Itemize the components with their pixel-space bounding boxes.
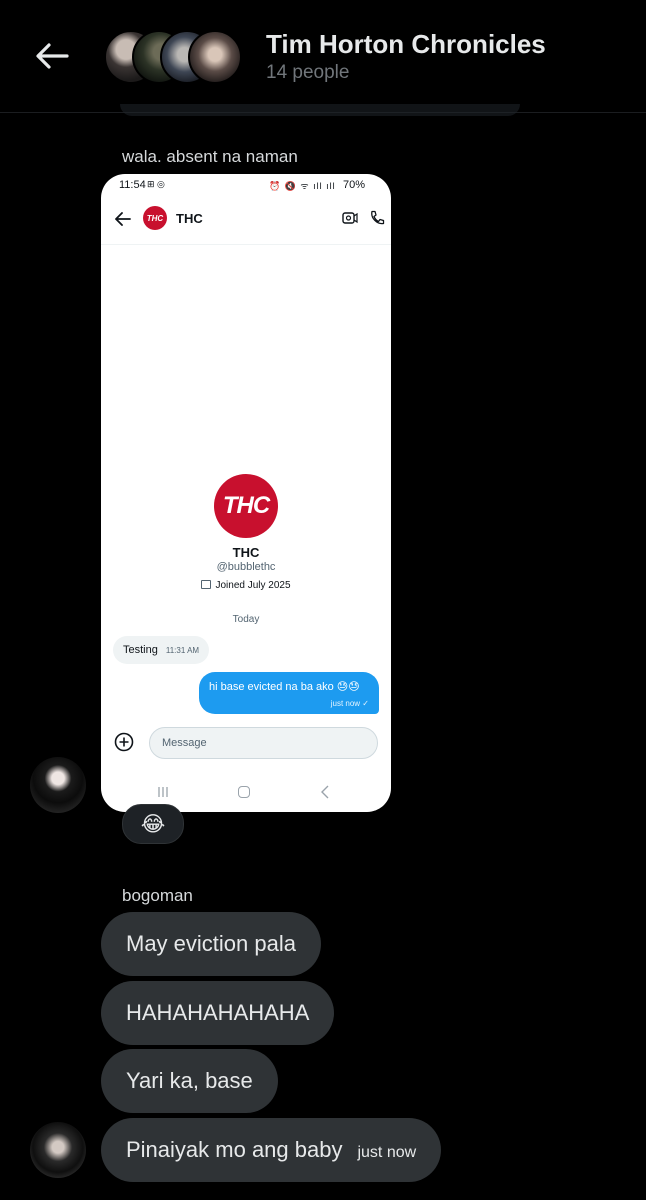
sender-avatar[interactable] xyxy=(30,1122,86,1178)
message-text: Yari ka, base xyxy=(126,1068,253,1093)
profile-name: THC xyxy=(232,545,260,560)
member-count[interactable]: 14 people xyxy=(266,62,349,84)
incoming-message: Testing 11:31 AM xyxy=(113,636,210,664)
message-text: Pinaiyak mo ang baby xyxy=(126,1137,343,1162)
profile-joined: Joined July 2025 xyxy=(101,580,391,591)
conversation-header: Tim Horton Chronicles 14 people xyxy=(0,0,646,113)
recent-apps-icon xyxy=(158,787,168,797)
group-title[interactable]: Tim Horton Chronicles xyxy=(266,29,546,60)
date-divider: Today xyxy=(232,614,260,625)
chevron-left-icon xyxy=(321,785,329,799)
message-bubble[interactable]: HAHAHAHAHAHA xyxy=(101,981,335,1045)
profile-handle: @bubblethc xyxy=(216,561,276,573)
sender-name: bogoman xyxy=(122,886,193,905)
image-attachment[interactable]: 11:54 ⊞ ◎ ⏰ 🔇 ᯤ ıll ıll 70% THC THC THC … xyxy=(101,174,391,812)
back-button[interactable] xyxy=(30,34,74,78)
status-time: 11:54 xyxy=(119,179,146,191)
phone-icon xyxy=(371,210,385,225)
profile-logo: THC xyxy=(214,474,278,538)
incoming-time: 11:31 AM xyxy=(165,645,200,655)
outgoing-time: just now ✓ xyxy=(330,699,369,708)
message-timestamp: just now xyxy=(357,1144,417,1161)
plus-circle-icon xyxy=(114,732,134,752)
incoming-text: Testing xyxy=(123,644,158,656)
sender-avatar[interactable] xyxy=(30,757,86,813)
status-app-icons: ⊞ ◎ xyxy=(147,179,165,189)
home-icon xyxy=(238,786,250,798)
message-text: HAHAHAHAHAHA xyxy=(126,1000,310,1025)
arrow-left-icon xyxy=(115,212,131,226)
thc-logo-avatar: THC xyxy=(143,206,167,230)
status-signal-icons: ⏰ 🔇 ᯤ ıll ıll xyxy=(269,181,336,191)
member-avatar xyxy=(188,30,242,84)
arrow-left-icon xyxy=(36,43,69,69)
sender-name: wala. absent na naman xyxy=(122,147,298,166)
phone-status-bar: 11:54 ⊞ ◎ ⏰ 🔇 ᯤ ıll ıll 70% xyxy=(101,174,391,196)
message-bubble[interactable]: Yari ka, base xyxy=(101,1049,278,1113)
outgoing-message: hi base evicted na ba ako 😓😓 just now ✓ xyxy=(199,672,379,714)
battery-level: 70% xyxy=(343,179,366,191)
message-text: May eviction pala xyxy=(126,931,296,956)
reaction-badge[interactable]: 😂 xyxy=(122,804,184,844)
video-call-icon xyxy=(342,212,358,224)
dm-header: THC THC xyxy=(101,196,391,245)
joined-text: Joined July 2025 xyxy=(215,580,291,591)
previous-message-edge xyxy=(120,104,520,116)
outgoing-text: hi base evicted na ba ako 😓😓 xyxy=(209,681,360,693)
message-composer: Message xyxy=(149,727,378,759)
message-bubble[interactable]: Pinaiyak mo ang baby just now xyxy=(101,1118,442,1182)
dm-contact-name: THC xyxy=(176,211,203,226)
group-avatars[interactable] xyxy=(104,30,244,84)
message-bubble[interactable]: May eviction pala xyxy=(101,912,321,976)
calendar-icon xyxy=(201,580,212,589)
